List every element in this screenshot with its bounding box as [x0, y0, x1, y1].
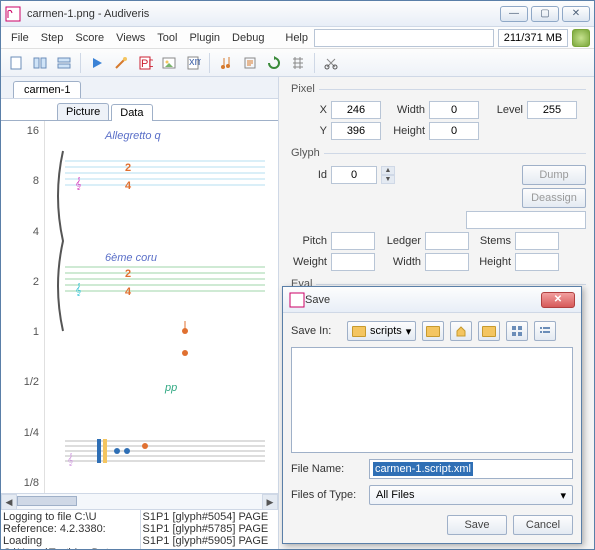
- home-button[interactable]: [450, 321, 472, 341]
- menu-step[interactable]: Step: [35, 30, 70, 46]
- help-search-box[interactable]: [314, 29, 494, 47]
- glyph-stems-input[interactable]: [515, 232, 559, 250]
- menu-debug[interactable]: Debug: [226, 30, 270, 46]
- window-title: carmen-1.png - Audiveris: [27, 8, 500, 20]
- treble-clef-icon: 𝄞: [75, 283, 82, 296]
- save-titlebar: Save ✕: [283, 287, 581, 313]
- minimize-button[interactable]: —: [500, 6, 528, 22]
- glyph-pitch-input[interactable]: [331, 232, 375, 250]
- menu-file[interactable]: File: [5, 30, 35, 46]
- treble-clef-icon: 𝄞: [75, 177, 82, 190]
- doc-tab-carmen[interactable]: carmen-1: [13, 81, 81, 98]
- log-left[interactable]: Logging to file C:\U Reference: 4.2.3380…: [1, 510, 140, 549]
- folder-icon: [352, 326, 366, 337]
- spinner-down-icon[interactable]: ▼: [381, 175, 395, 184]
- spinner-up-icon[interactable]: ▲: [381, 166, 395, 175]
- tool-xml-icon[interactable]: xml: [182, 52, 204, 74]
- menu-tool[interactable]: Tool: [151, 30, 183, 46]
- svg-text:PDF: PDF: [141, 58, 153, 70]
- glyph-id-spinner[interactable]: [331, 166, 377, 184]
- scroll-right-icon: ▶: [262, 494, 278, 510]
- tab-data[interactable]: Data: [111, 104, 152, 121]
- svg-text:6ème coru: 6ème coru: [105, 252, 157, 264]
- save-file-list[interactable]: [291, 347, 573, 453]
- save-dialog: Save ✕ Save In: scripts ▾ File Name: car…: [282, 286, 582, 544]
- view-tabbar: Picture Data: [1, 99, 278, 121]
- svg-text:2: 2: [125, 268, 131, 280]
- glyph-shape-input[interactable]: [466, 211, 586, 229]
- up-folder-button[interactable]: [422, 321, 444, 341]
- save-in-combo[interactable]: scripts ▾: [347, 321, 416, 341]
- svg-text:4: 4: [125, 286, 132, 298]
- glyph-group: Glyph Id ▲ ▼ Dump Deassign: [287, 147, 586, 274]
- details-view-button[interactable]: [534, 321, 556, 341]
- save-confirm-button[interactable]: Save: [447, 515, 507, 535]
- tool-refresh-icon[interactable]: [263, 52, 285, 74]
- chevron-down-icon: ▾: [406, 325, 412, 338]
- new-folder-button[interactable]: [478, 321, 500, 341]
- pixel-height-input[interactable]: [429, 122, 479, 140]
- close-button[interactable]: ✕: [562, 6, 590, 22]
- gc-button[interactable]: [572, 29, 590, 47]
- maximize-button[interactable]: ▢: [531, 6, 559, 22]
- scroll-left-icon: ◀: [1, 494, 17, 510]
- pixel-group: Pixel X Width Level Y Height: [287, 83, 586, 143]
- menu-plugin[interactable]: Plugin: [183, 30, 226, 46]
- toolbar: PDF xml: [1, 49, 594, 77]
- tool-pdf-icon[interactable]: PDF: [134, 52, 156, 74]
- titlebar: carmen-1.png - Audiveris — ▢ ✕: [1, 1, 594, 27]
- menubar: File Step Score Views Tool Plugin Debug …: [1, 27, 594, 49]
- glyph-width-input[interactable]: [425, 253, 469, 271]
- app-icon: [5, 6, 21, 22]
- save-filetype-combo[interactable]: All Files ▾: [369, 485, 573, 505]
- tempo-marking: Allegretto q: [104, 130, 162, 142]
- pixel-y-input[interactable]: [331, 122, 381, 140]
- pixel-x-input[interactable]: [331, 101, 381, 119]
- menu-views[interactable]: Views: [110, 30, 151, 46]
- tool-music-icon[interactable]: [215, 52, 237, 74]
- tab-picture[interactable]: Picture: [57, 103, 109, 120]
- log-right[interactable]: S1P1 [glyph#5054] PAGE S1P1 [glyph#5785]…: [140, 510, 279, 549]
- left-pane: carmen-1 Picture Data 16842 11/21/41/8 A…: [1, 77, 279, 549]
- tool-layout2-icon[interactable]: [53, 52, 75, 74]
- pixel-width-input[interactable]: [429, 101, 479, 119]
- menu-score[interactable]: Score: [69, 30, 110, 46]
- document-tabbar: carmen-1: [1, 77, 278, 99]
- tool-image-icon[interactable]: [158, 52, 180, 74]
- save-cancel-button[interactable]: Cancel: [513, 515, 573, 535]
- dynamic-marking: pp: [164, 382, 177, 394]
- log-panel: Logging to file C:\U Reference: 4.2.3380…: [1, 509, 278, 549]
- deassign-button[interactable]: Deassign: [522, 188, 586, 208]
- save-filename-input[interactable]: carmen-1.script.xml: [369, 459, 573, 479]
- svg-text:𝄞: 𝄞: [67, 453, 74, 466]
- save-app-icon: [289, 292, 305, 308]
- tool-cut-icon[interactable]: [320, 52, 342, 74]
- glyph-ledger-input[interactable]: [425, 232, 469, 250]
- canvas-hscrollbar[interactable]: ◀ ▶: [1, 493, 278, 509]
- tool-layout1-icon[interactable]: [29, 52, 51, 74]
- dump-button[interactable]: Dump: [522, 165, 586, 185]
- memory-indicator: 211/371 MB: [498, 29, 568, 47]
- list-view-button[interactable]: [506, 321, 528, 341]
- tool-annotations-icon[interactable]: [239, 52, 261, 74]
- glyph-weight-input[interactable]: [331, 253, 375, 271]
- pixel-level-input[interactable]: [527, 101, 577, 119]
- tool-new-icon[interactable]: [5, 52, 27, 74]
- music-canvas[interactable]: Allegretto q 𝄞 2 4: [45, 121, 278, 493]
- save-close-button[interactable]: ✕: [541, 292, 575, 308]
- menu-help[interactable]: Help: [279, 30, 314, 46]
- svg-text:2: 2: [125, 162, 131, 174]
- glyph-height-input[interactable]: [515, 253, 559, 271]
- svg-text:4: 4: [125, 180, 132, 192]
- y-axis-ruler: 16842 11/21/41/8: [1, 121, 45, 493]
- chevron-down-icon: ▾: [560, 489, 566, 502]
- tool-wand-icon[interactable]: [110, 52, 132, 74]
- tool-play-icon[interactable]: [86, 52, 108, 74]
- tool-grid-icon[interactable]: [287, 52, 309, 74]
- svg-text:xml: xml: [189, 56, 201, 68]
